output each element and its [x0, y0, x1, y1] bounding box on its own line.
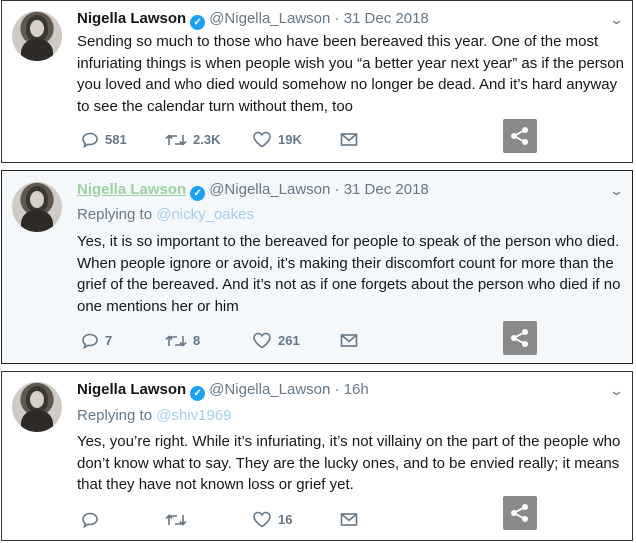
retweet-button[interactable]: 2.3K — [165, 131, 220, 148]
heart-icon — [253, 511, 271, 528]
tweet-card-1[interactable]: Nigella Lawson ✓ @Nigella_Lawson · 31 Dec … — [1, 0, 633, 163]
retweet-count: 2.3K — [193, 132, 221, 148]
replying-to: Replying to @shiv1969 — [77, 407, 232, 424]
author-name[interactable]: Nigella Lawson — [77, 10, 186, 27]
author-handle[interactable]: @Nigella_Lawson — [209, 10, 330, 27]
tweet-card-2[interactable]: Nigella Lawson ✓ @Nigella_Lawson · 31 Dec … — [1, 170, 633, 364]
tweet-header: Nigella Lawson ✓ @Nigella_Lawson · 31 Dec … — [77, 181, 429, 201]
chevron-down-icon[interactable]: ⌄ — [609, 12, 624, 28]
reply-button[interactable]: 581 — [81, 131, 127, 148]
dm-button[interactable] — [340, 511, 358, 527]
like-button[interactable]: 19K — [252, 131, 302, 148]
like-count: 19K — [278, 132, 302, 148]
retweet-button[interactable] — [165, 511, 193, 528]
replying-to: Replying to @nicky_oakes — [77, 206, 254, 223]
reply-icon — [82, 333, 98, 349]
share-icon — [511, 329, 528, 347]
envelope-icon — [340, 133, 358, 146]
like-count: 16 — [278, 512, 293, 528]
share-button[interactable] — [503, 321, 537, 355]
separator-dot: · — [334, 181, 340, 198]
reply-count: 7 — [105, 333, 113, 349]
author-handle[interactable]: @Nigella_Lawson — [209, 381, 330, 398]
replying-label: Replying to — [77, 206, 153, 223]
replying-mention[interactable]: @nicky_oakes — [156, 206, 254, 223]
like-button[interactable]: 16 — [252, 511, 292, 528]
retweet-icon — [165, 133, 187, 146]
author-handle[interactable]: @Nigella_Lawson — [209, 181, 330, 198]
replying-mention[interactable]: @shiv1969 — [156, 407, 231, 424]
like-button[interactable]: 261 — [252, 332, 300, 349]
heart-icon — [253, 131, 271, 148]
envelope-icon — [340, 334, 358, 347]
share-button[interactable] — [503, 119, 537, 153]
verified-badge-icon: ✓ — [190, 186, 206, 201]
tweet-text: Yes, you’re right. While it’s infuriatin… — [77, 433, 621, 493]
reply-icon — [82, 512, 98, 528]
share-icon — [511, 127, 528, 145]
tweet-header: Nigella Lawson ✓ @Nigella_Lawson · 16h — [77, 381, 369, 401]
tweet-text: Yes, it is so important to the bereaved … — [77, 233, 621, 315]
chevron-down-icon[interactable]: ⌄ — [609, 183, 624, 199]
tweet-card-3[interactable]: Nigella Lawson ✓ @Nigella_Lawson · 16h ⌄ R… — [1, 371, 633, 541]
timestamp[interactable]: 31 Dec 2018 — [344, 181, 429, 198]
timestamp[interactable]: 31 Dec 2018 — [344, 10, 429, 27]
verified-badge-icon: ✓ — [190, 15, 206, 30]
retweet-icon — [165, 334, 187, 347]
tweet-header: Nigella Lawson ✓ @Nigella_Lawson · 31 Dec … — [77, 10, 429, 30]
reply-button[interactable]: 7 — [81, 332, 112, 349]
retweet-count: 8 — [193, 333, 201, 349]
share-button[interactable] — [503, 496, 537, 530]
envelope-icon — [340, 513, 358, 526]
replying-label: Replying to — [77, 407, 153, 424]
tweet-text: Sending so much to those who have been b… — [77, 33, 624, 115]
verified-badge-icon: ✓ — [190, 386, 206, 401]
share-icon — [511, 504, 528, 522]
like-count: 261 — [278, 333, 300, 349]
author-name[interactable]: Nigella Lawson — [77, 181, 186, 198]
avatar[interactable] — [12, 382, 62, 432]
dm-button[interactable] — [340, 332, 358, 348]
timestamp[interactable]: 16h — [344, 381, 369, 398]
retweet-button[interactable]: 8 — [165, 332, 200, 349]
reply-button[interactable] — [81, 511, 105, 528]
reply-count: 581 — [105, 132, 127, 148]
reply-icon — [82, 132, 98, 148]
avatar[interactable] — [12, 11, 62, 61]
avatar[interactable] — [12, 182, 62, 232]
dm-button[interactable] — [340, 131, 358, 147]
chevron-down-icon[interactable]: ⌄ — [609, 383, 624, 399]
heart-icon — [253, 332, 271, 349]
retweet-icon — [165, 513, 187, 526]
separator-dot: · — [334, 381, 340, 398]
author-name[interactable]: Nigella Lawson — [77, 381, 186, 398]
separator-dot: · — [334, 10, 340, 27]
